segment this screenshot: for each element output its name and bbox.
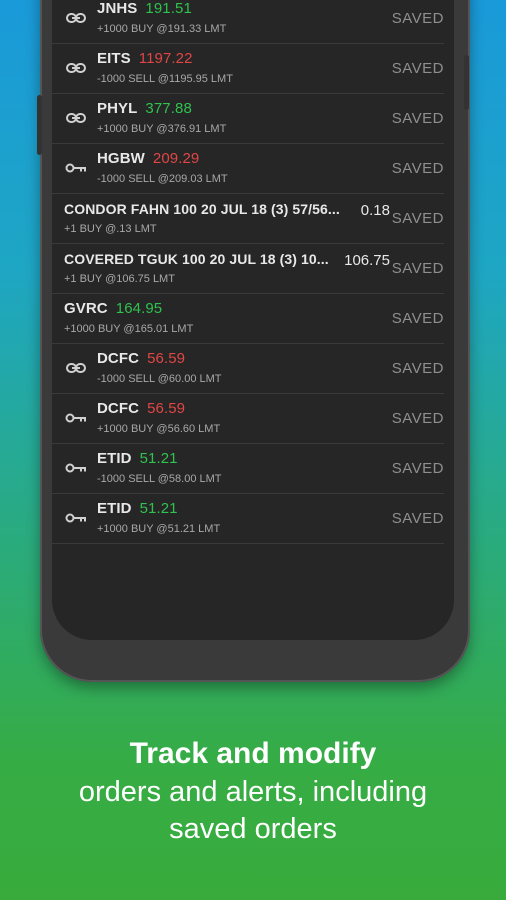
link-icon bbox=[64, 10, 88, 26]
order-status: SAVED bbox=[391, 10, 444, 27]
caption-line-3: saved orders bbox=[169, 813, 337, 845]
order-detail: -1000 SELL @60.00 LMT bbox=[97, 373, 222, 385]
order-symbol-text: COVERED TGUK 100 20 JUL 18 (3) 10... bbox=[64, 251, 329, 267]
order-symbol-text: HGBW bbox=[97, 150, 145, 167]
phone-side-button bbox=[464, 55, 469, 110]
order-detail: -1000 SELL @58.00 LMT bbox=[97, 473, 222, 485]
order-symbol-text: DCFC bbox=[97, 350, 140, 367]
phone-screen: JNHS 191.51 +1000 BUY @191.33 LMT SAVED EITS… bbox=[52, 0, 454, 640]
order-status: SAVED bbox=[391, 210, 444, 227]
order-symbol: GVRC 164.95 bbox=[64, 300, 162, 317]
order-price: 51.21 bbox=[139, 500, 178, 517]
order-row[interactable]: COVERED TGUK 100 20 JUL 18 (3) 10... 106.… bbox=[52, 244, 444, 294]
order-symbol: PHYL 377.88 bbox=[97, 100, 192, 117]
order-detail: +1 BUY @.13 LMT bbox=[64, 223, 157, 235]
order-status: SAVED bbox=[391, 360, 444, 377]
order-status: SAVED bbox=[391, 310, 444, 327]
order-detail: +1000 BUY @51.21 LMT bbox=[97, 523, 221, 535]
order-price: 1197.22 bbox=[138, 50, 193, 67]
order-symbol: COVERED TGUK 100 20 JUL 18 (3) 10... bbox=[64, 251, 329, 267]
order-detail: -1000 SELL @1195.95 LMT bbox=[97, 73, 233, 85]
order-row[interactable]: PHYL 377.88 +1000 BUY @376.91 LMT SAVED bbox=[52, 94, 444, 144]
order-row[interactable]: HGBW 209.29 -1000 SELL @209.03 LMT SAVED bbox=[52, 144, 444, 194]
order-detail: -1000 SELL @209.03 LMT bbox=[97, 173, 228, 185]
key-icon bbox=[64, 160, 88, 176]
order-price: 56.59 bbox=[147, 350, 186, 367]
order-symbol: HGBW 209.29 bbox=[97, 150, 199, 167]
order-status: SAVED bbox=[391, 510, 444, 527]
order-row[interactable]: CONDOR FAHN 100 20 JUL 18 (3) 57/56... 0.… bbox=[52, 194, 444, 244]
order-row[interactable]: ETID 51.21 -1000 SELL @58.00 LMT SAVED bbox=[52, 444, 444, 494]
order-row[interactable]: JNHS 191.51 +1000 BUY @191.33 LMT SAVED bbox=[52, 0, 444, 44]
order-symbol: EITS 1197.22 bbox=[97, 50, 193, 67]
link-icon bbox=[64, 110, 88, 126]
order-status: SAVED bbox=[391, 110, 444, 127]
order-symbol-text: PHYL bbox=[97, 100, 138, 117]
order-status: SAVED bbox=[391, 260, 444, 277]
order-symbol-text: DCFC bbox=[97, 400, 140, 417]
order-row[interactable]: DCFC 56.59 +1000 BUY @56.60 LMT SAVED bbox=[52, 394, 444, 444]
order-price: 164.95 bbox=[115, 300, 163, 317]
order-detail: +1000 BUY @191.33 LMT bbox=[97, 23, 227, 35]
order-status: SAVED bbox=[391, 160, 444, 177]
order-detail: +1000 BUY @56.60 LMT bbox=[97, 423, 221, 435]
order-price: 0.18 bbox=[360, 202, 390, 219]
order-status: SAVED bbox=[391, 410, 444, 427]
key-icon bbox=[64, 510, 88, 526]
order-row[interactable]: ETID 51.21 +1000 BUY @51.21 LMT SAVED bbox=[52, 494, 444, 544]
order-detail: +1000 BUY @376.91 LMT bbox=[97, 123, 227, 135]
key-icon bbox=[64, 410, 88, 426]
caption-headline: Track and modify bbox=[129, 737, 377, 770]
phone-side-button bbox=[37, 95, 42, 155]
order-price: 209.29 bbox=[152, 150, 200, 167]
key-icon bbox=[64, 460, 88, 476]
order-symbol-text: CONDOR FAHN 100 20 JUL 18 (3) 57/56... bbox=[64, 201, 340, 217]
order-symbol-text: ETID bbox=[97, 500, 132, 517]
link-icon bbox=[64, 360, 88, 376]
order-status: SAVED bbox=[391, 460, 444, 477]
order-symbol-text: ETID bbox=[97, 450, 132, 467]
caption-line-2: orders and alerts, including bbox=[78, 776, 428, 808]
order-row[interactable]: DCFC 56.59 -1000 SELL @60.00 LMT SAVED bbox=[52, 344, 444, 394]
order-symbol: ETID 51.21 bbox=[97, 450, 178, 467]
order-status: SAVED bbox=[391, 60, 444, 77]
order-price: 191.51 bbox=[145, 0, 192, 17]
order-row[interactable]: EITS 1197.22 -1000 SELL @1195.95 LMT SAVED bbox=[52, 44, 444, 94]
order-symbol: DCFC 56.59 bbox=[97, 400, 185, 417]
order-symbol: CONDOR FAHN 100 20 JUL 18 (3) 57/56... bbox=[64, 201, 340, 217]
link-icon bbox=[64, 60, 88, 76]
order-list: JNHS 191.51 +1000 BUY @191.33 LMT SAVED EITS… bbox=[52, 0, 454, 544]
order-price: 56.59 bbox=[147, 400, 186, 417]
caption-body: orders and alerts, including saved order… bbox=[0, 774, 506, 848]
order-symbol: ETID 51.21 bbox=[97, 500, 178, 517]
order-row[interactable]: GVRC 164.95 +1000 BUY @165.01 LMT SAVED bbox=[52, 294, 444, 344]
order-symbol: JNHS 191.51 bbox=[97, 0, 192, 17]
order-detail: +1000 BUY @165.01 LMT bbox=[64, 323, 194, 335]
order-symbol-text: GVRC bbox=[64, 300, 108, 317]
order-price: 377.88 bbox=[145, 100, 192, 117]
order-detail: +1 BUY @106.75 LMT bbox=[64, 273, 175, 285]
order-symbol-text: JNHS bbox=[97, 0, 138, 17]
order-symbol-text: EITS bbox=[97, 50, 131, 67]
order-symbol: DCFC 56.59 bbox=[97, 350, 185, 367]
order-price: 106.75 bbox=[344, 252, 390, 269]
order-price: 51.21 bbox=[139, 450, 178, 467]
